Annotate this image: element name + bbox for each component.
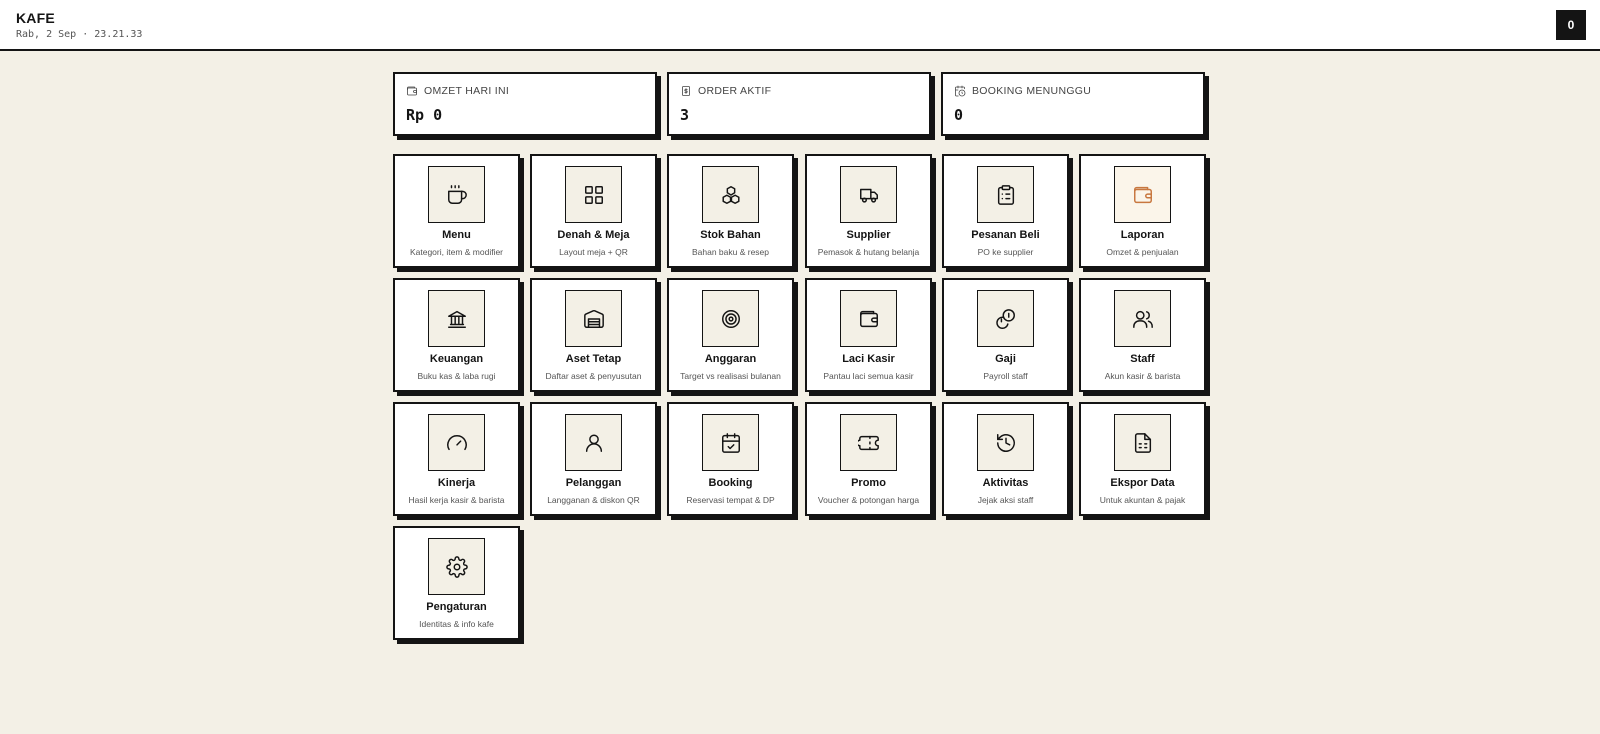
tile-title: Laporan: [1120, 229, 1165, 241]
stat-label: ORDER AKTIF: [680, 85, 771, 97]
app-title: KAFE: [16, 10, 55, 26]
tile-laporan[interactable]: Laporan Omzet & penjualan: [1079, 154, 1206, 268]
truck-icon: [840, 166, 897, 223]
tile-staff[interactable]: Staff Akun kasir & barista: [1079, 278, 1206, 392]
tile-subtitle: Identitas & info kafe: [419, 619, 494, 629]
tile-title: Pesanan Beli: [971, 229, 1040, 241]
cash-drawer-icon: [840, 290, 897, 347]
tile-title: Promo: [851, 477, 886, 489]
tile-subtitle: Akun kasir & barista: [1104, 371, 1181, 381]
wallet-icon: [1114, 166, 1171, 223]
tile-pengaturan[interactable]: Pengaturan Identitas & info kafe: [393, 526, 520, 640]
tile-menu[interactable]: Menu Kategori, item & modifier: [393, 154, 520, 268]
history-icon: [977, 414, 1034, 471]
bank-icon: [428, 290, 485, 347]
coins-icon: [977, 290, 1034, 347]
tile-aset-tetap[interactable]: Aset Tetap Daftar aset & penyusutan: [530, 278, 657, 392]
tile-stok-bahan[interactable]: Stok Bahan Bahan baku & resep: [667, 154, 794, 268]
wallet-icon: [406, 85, 418, 97]
stat-value: Rp 0: [406, 106, 443, 124]
tile-subtitle: Target vs realisasi bulanan: [680, 371, 781, 381]
target-icon: [702, 290, 759, 347]
coffee-icon: [428, 166, 485, 223]
tile-subtitle: Hasil kerja kasir & barista: [408, 495, 505, 505]
tile-kinerja[interactable]: Kinerja Hasil kerja kasir & barista: [393, 402, 520, 516]
tile-title: Aktivitas: [982, 477, 1029, 489]
tile-subtitle: Layout meja + QR: [559, 247, 628, 257]
tile-subtitle: Pantau laci semua kasir: [823, 371, 914, 381]
top-bar: KAFE Rab, 2 Sep · 23.21.33 0: [0, 0, 1600, 51]
tile-title: Ekspor Data: [1110, 477, 1175, 489]
tile-subtitle: Omzet & penjualan: [1106, 247, 1179, 257]
tile-pesanan-beli[interactable]: Pesanan Beli PO ke supplier: [942, 154, 1069, 268]
gear-icon: [428, 538, 485, 595]
stat-card: ORDER AKTIF 3: [667, 72, 931, 136]
stat-card: BOOKING MENUNGGU 0: [941, 72, 1205, 136]
stat-label-text: BOOKING MENUNGGU: [972, 85, 1092, 97]
current-datetime: Rab, 2 Sep · 23.21.33: [16, 29, 143, 40]
stat-value: 3: [680, 106, 690, 124]
warehouse-icon: [565, 290, 622, 347]
tile-title: Menu: [442, 229, 471, 241]
tile-subtitle: Buku kas & laba rugi: [417, 371, 496, 381]
receipt-icon: [680, 85, 692, 97]
calendar-check-icon: [702, 414, 759, 471]
gauge-icon: [428, 414, 485, 471]
tile-subtitle: PO ke supplier: [977, 247, 1034, 257]
stat-value: 0: [954, 106, 964, 124]
tile-subtitle: Daftar aset & penyusutan: [545, 371, 642, 381]
tile-title: Aset Tetap: [565, 353, 622, 365]
tile-denah-meja[interactable]: Denah & Meja Layout meja + QR: [530, 154, 657, 268]
stat-label-text: OMZET HARI INI: [424, 85, 510, 97]
tile-anggaran[interactable]: Anggaran Target vs realisasi bulanan: [667, 278, 794, 392]
tile-title: Kinerja: [437, 477, 476, 489]
ticket-icon: [840, 414, 897, 471]
tile-subtitle: Reservasi tempat & DP: [686, 495, 775, 505]
tile-title: Stok Bahan: [700, 229, 761, 241]
tile-title: Booking: [708, 477, 753, 489]
tile-title: Staff: [1130, 353, 1155, 365]
users-icon: [1114, 290, 1171, 347]
tile-title: Denah & Meja: [557, 229, 630, 241]
clipboard-list-icon: [977, 166, 1034, 223]
tile-subtitle: Jejak aksi staff: [977, 495, 1034, 505]
tile-aktivitas[interactable]: Aktivitas Jejak aksi staff: [942, 402, 1069, 516]
grid-icon: [565, 166, 622, 223]
stat-label: BOOKING MENUNGGU: [954, 85, 1091, 97]
tile-subtitle: Bahan baku & resep: [691, 247, 770, 257]
stat-label: OMZET HARI INI: [406, 85, 509, 97]
tile-title: Pelanggan: [565, 477, 622, 489]
tile-ekspor-data[interactable]: Ekspor Data Untuk akuntan & pajak: [1079, 402, 1206, 516]
tile-title: Laci Kasir: [842, 353, 895, 365]
tile-booking[interactable]: Booking Reservasi tempat & DP: [667, 402, 794, 516]
stat-label-text: ORDER AKTIF: [698, 85, 772, 97]
tile-title: Anggaran: [704, 353, 757, 365]
tile-subtitle: Untuk akuntan & pajak: [1099, 495, 1186, 505]
tile-keuangan[interactable]: Keuangan Buku kas & laba rugi: [393, 278, 520, 392]
tile-subtitle: Voucher & potongan harga: [817, 495, 920, 505]
tile-subtitle: Langganan & diskon QR: [547, 495, 640, 505]
tile-title: Keuangan: [429, 353, 484, 365]
tile-pelanggan[interactable]: Pelanggan Langganan & diskon QR: [530, 402, 657, 516]
tile-subtitle: Payroll staff: [983, 371, 1028, 381]
calendar-clock-icon: [954, 85, 966, 97]
tile-subtitle: Kategori, item & modifier: [409, 247, 504, 257]
tile-subtitle: Pemasok & hutang belanja: [817, 247, 920, 257]
tile-title: Gaji: [995, 353, 1016, 365]
cart-counter-button[interactable]: 0: [1556, 10, 1586, 40]
tile-supplier[interactable]: Supplier Pemasok & hutang belanja: [805, 154, 932, 268]
tile-laci-kasir[interactable]: Laci Kasir Pantau laci semua kasir: [805, 278, 932, 392]
file-spreadsheet-icon: [1114, 414, 1171, 471]
tile-promo[interactable]: Promo Voucher & potongan harga: [805, 402, 932, 516]
tile-gaji[interactable]: Gaji Payroll staff: [942, 278, 1069, 392]
tile-title: Pengaturan: [426, 601, 487, 613]
stat-card: OMZET HARI INI Rp 0: [393, 72, 657, 136]
boxes-icon: [702, 166, 759, 223]
user-icon: [565, 414, 622, 471]
tile-title: Supplier: [846, 229, 891, 241]
